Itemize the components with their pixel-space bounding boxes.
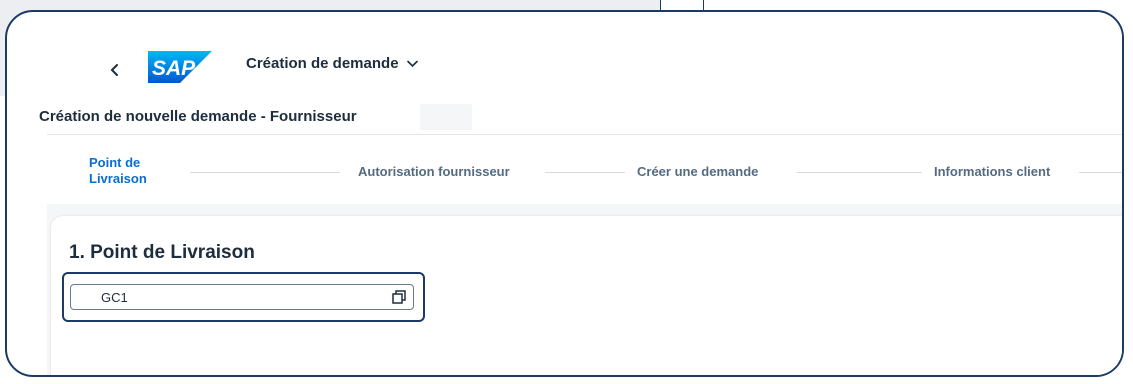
shell-bar: SAP Création de demande [47,12,1122,96]
delivery-point-field[interactable] [70,284,414,310]
wizard-progress-bar: Point de Livraison Autorisation fourniss… [47,134,1122,205]
wizard-step-informations-client[interactable]: Informations client [934,164,1050,179]
redacted-supplier-name [420,104,472,130]
back-button[interactable] [105,58,125,82]
delivery-point-input[interactable] [99,285,393,309]
wizard-connector [545,172,625,173]
sap-logo: SAP [148,51,212,83]
value-help-icon[interactable] [391,289,407,305]
app-title-menu[interactable]: Création de demande [246,55,418,72]
section-title: 1. Point de Livraison [69,242,255,263]
wizard-step-label-line2: Livraison [89,171,147,186]
sap-logo-text: SAP [152,57,196,80]
callout-frame: SAP Création de demande Création de nouv… [5,10,1124,377]
wizard-connector [1079,172,1122,173]
wizard-step-autorisation-fournisseur[interactable]: Autorisation fournisseur [358,164,510,179]
wizard-step-label-line1: Point de [89,155,141,170]
wizard-connector [190,172,340,173]
app-window: SAP Création de demande Création de nouv… [39,12,1122,375]
wizard-connector [797,172,922,173]
app-title: Création de demande [246,55,399,72]
page-title: Création de nouvelle demande - Fournisse… [39,108,357,125]
wizard-step-point-de-livraison[interactable]: Point de Livraison [89,155,147,187]
chevron-left-icon [110,64,118,76]
chevron-down-icon [406,60,418,67]
wizard-step-creer-une-demande[interactable]: Créer une demande [637,164,758,179]
